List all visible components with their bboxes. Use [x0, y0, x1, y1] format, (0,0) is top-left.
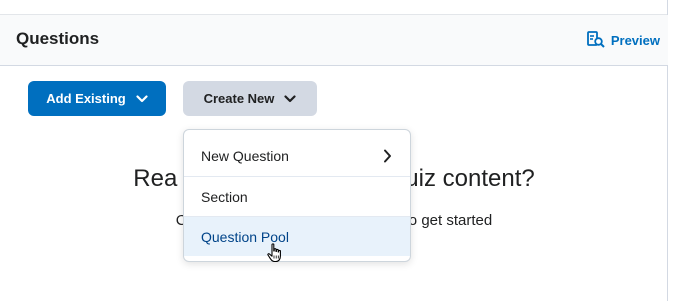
hand-pointer-icon	[266, 243, 284, 268]
create-new-label: Create New	[203, 91, 275, 106]
menu-item-section[interactable]: Section	[184, 176, 410, 216]
preview-label: Preview	[610, 32, 660, 48]
chevron-right-icon	[383, 149, 392, 166]
menu-item-new-question[interactable]: New Question	[184, 136, 410, 176]
questions-header: Questions Preview	[0, 15, 668, 66]
menu-item-label: New Question	[201, 148, 289, 164]
chevron-down-icon	[136, 94, 148, 103]
create-new-dropdown-menu: New Question Section Question Pool	[183, 129, 411, 262]
menu-item-label: Section	[201, 188, 248, 205]
preview-magnifier-icon	[586, 31, 605, 49]
page-title: Questions	[16, 29, 100, 48]
menu-item-question-pool[interactable]: Question Pool	[184, 216, 410, 256]
page-scroll-edge	[667, 0, 680, 301]
top-strip	[0, 0, 668, 15]
chevron-down-icon	[284, 94, 297, 103]
preview-link[interactable]: Preview	[586, 31, 660, 49]
create-new-button[interactable]: Create New	[183, 81, 317, 116]
add-existing-button[interactable]: Add Existing	[28, 81, 166, 116]
add-existing-label: Add Existing	[46, 91, 126, 106]
